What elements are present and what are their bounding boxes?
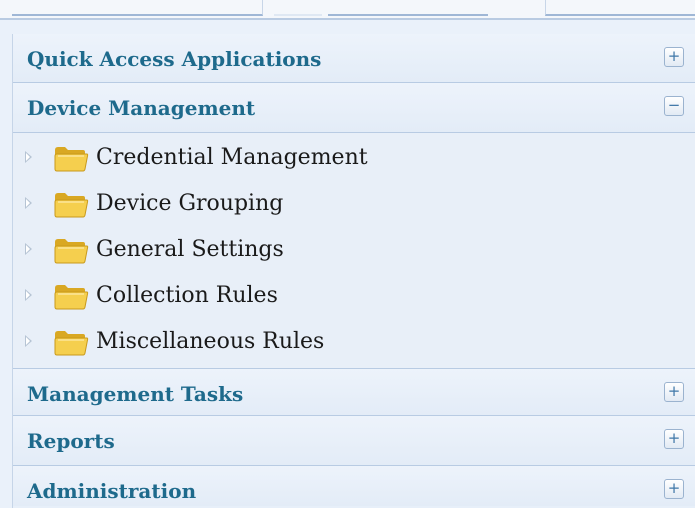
section-header-quick-access-applications[interactable]: Quick Access Applications + [13,34,695,83]
expand-plus-icon[interactable]: + [664,47,684,67]
tree-item-credential-management[interactable]: Credential Management [13,139,695,185]
tree-item-label: Device Grouping [96,191,284,216]
collapse-minus-icon[interactable]: − [664,96,684,116]
tree-item-label: Miscellaneous Rules [96,329,325,354]
expand-arrow-icon[interactable] [25,335,32,347]
section-title: Device Management [27,96,256,120]
folder-icon [54,285,89,310]
expand-plus-icon[interactable]: + [664,382,684,402]
top-tab[interactable] [12,0,263,16]
expand-arrow-icon[interactable] [25,289,32,301]
expand-arrow-icon[interactable] [25,151,32,163]
tree-item-general-settings[interactable]: General Settings [13,231,695,277]
device-management-tree: Credential Management Device Grouping Ge… [13,133,695,369]
expand-arrow-icon[interactable] [25,197,32,209]
section-header-management-tasks[interactable]: Management Tasks + [13,369,695,416]
navigation-page: Quick Access Applications + Device Manag… [0,0,695,508]
section-title: Management Tasks [27,382,244,406]
accordion-panel: Quick Access Applications + Device Manag… [12,34,695,508]
folder-icon [54,239,89,264]
section-header-administration[interactable]: Administration + [13,466,695,506]
section-title: Reports [27,429,115,453]
tree-item-device-grouping[interactable]: Device Grouping [13,185,695,231]
top-tab[interactable] [545,0,695,16]
expand-arrow-icon[interactable] [25,243,32,255]
folder-icon [54,331,89,356]
tree-item-label: Credential Management [96,145,368,170]
folder-icon [54,193,89,218]
tree-item-miscellaneous-rules[interactable]: Miscellaneous Rules [13,323,695,369]
top-tab[interactable] [328,0,488,16]
tree-item-label: General Settings [96,237,284,262]
top-tab[interactable] [274,0,322,16]
expand-plus-icon[interactable]: + [664,429,684,449]
top-tab-strip [0,0,695,20]
folder-icon [54,147,89,172]
section-header-reports[interactable]: Reports + [13,416,695,466]
section-title: Quick Access Applications [27,47,322,71]
tree-item-collection-rules[interactable]: Collection Rules [13,277,695,323]
section-title: Administration [27,479,197,503]
section-header-device-management[interactable]: Device Management − [13,83,695,133]
expand-plus-icon[interactable]: + [664,479,684,499]
tree-item-label: Collection Rules [96,283,278,308]
